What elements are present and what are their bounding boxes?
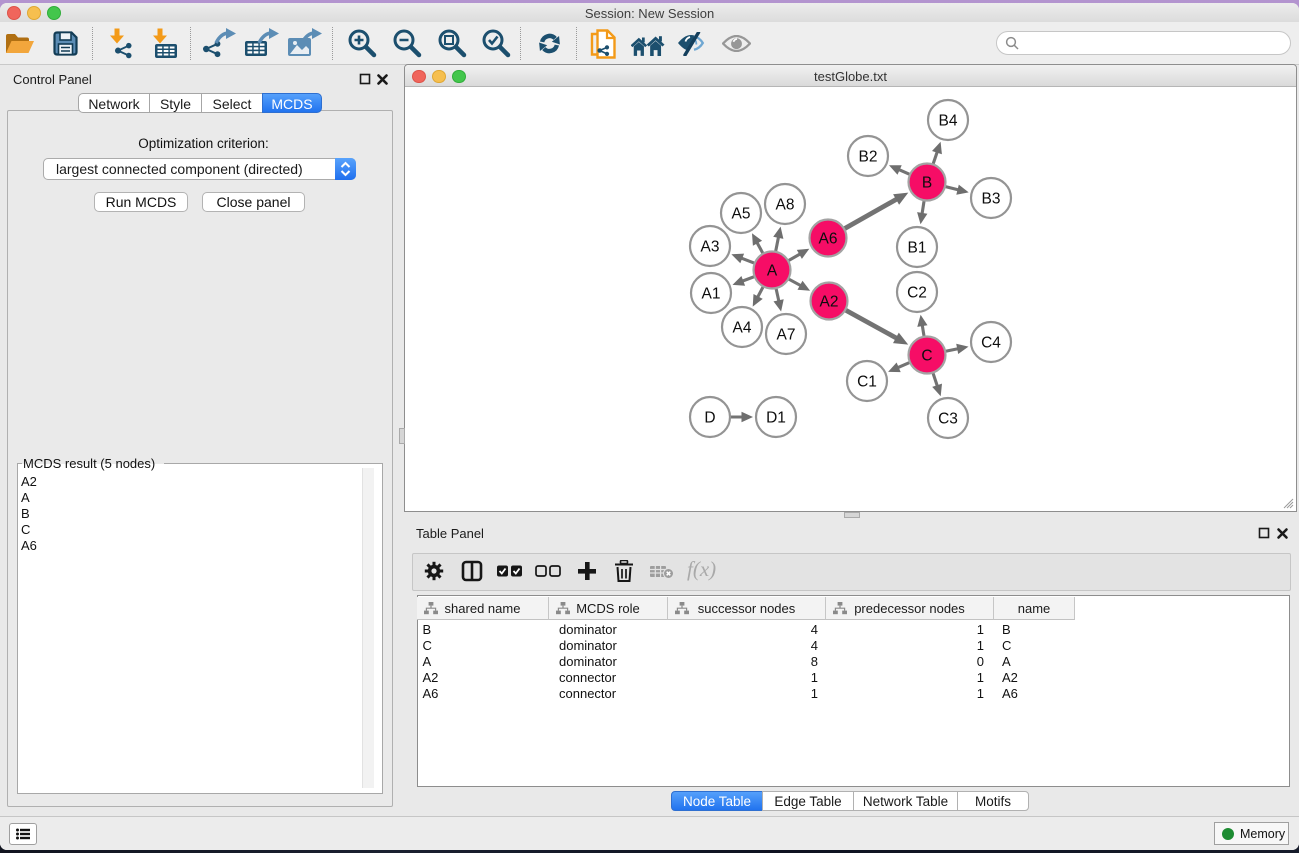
svg-text:B: B: [922, 175, 932, 192]
svg-text:A5: A5: [732, 206, 751, 223]
svg-text:B3: B3: [982, 191, 1001, 208]
svg-text:A7: A7: [777, 327, 796, 344]
svg-text:B2: B2: [859, 149, 878, 166]
svg-text:A2: A2: [820, 294, 839, 311]
svg-text:A6: A6: [819, 231, 838, 248]
svg-text:C1: C1: [857, 374, 877, 391]
svg-text:C2: C2: [907, 285, 927, 302]
svg-text:B1: B1: [908, 240, 927, 257]
svg-text:C3: C3: [938, 411, 958, 428]
svg-text:A4: A4: [733, 320, 752, 337]
svg-text:B4: B4: [939, 113, 958, 130]
svg-text:C4: C4: [981, 335, 1001, 352]
svg-text:A8: A8: [776, 197, 795, 214]
svg-text:A: A: [767, 263, 778, 280]
svg-text:D: D: [704, 410, 715, 427]
svg-text:A1: A1: [702, 286, 721, 303]
svg-text:C: C: [921, 348, 932, 365]
svg-text:D1: D1: [766, 410, 786, 427]
svg-text:A3: A3: [701, 239, 720, 256]
